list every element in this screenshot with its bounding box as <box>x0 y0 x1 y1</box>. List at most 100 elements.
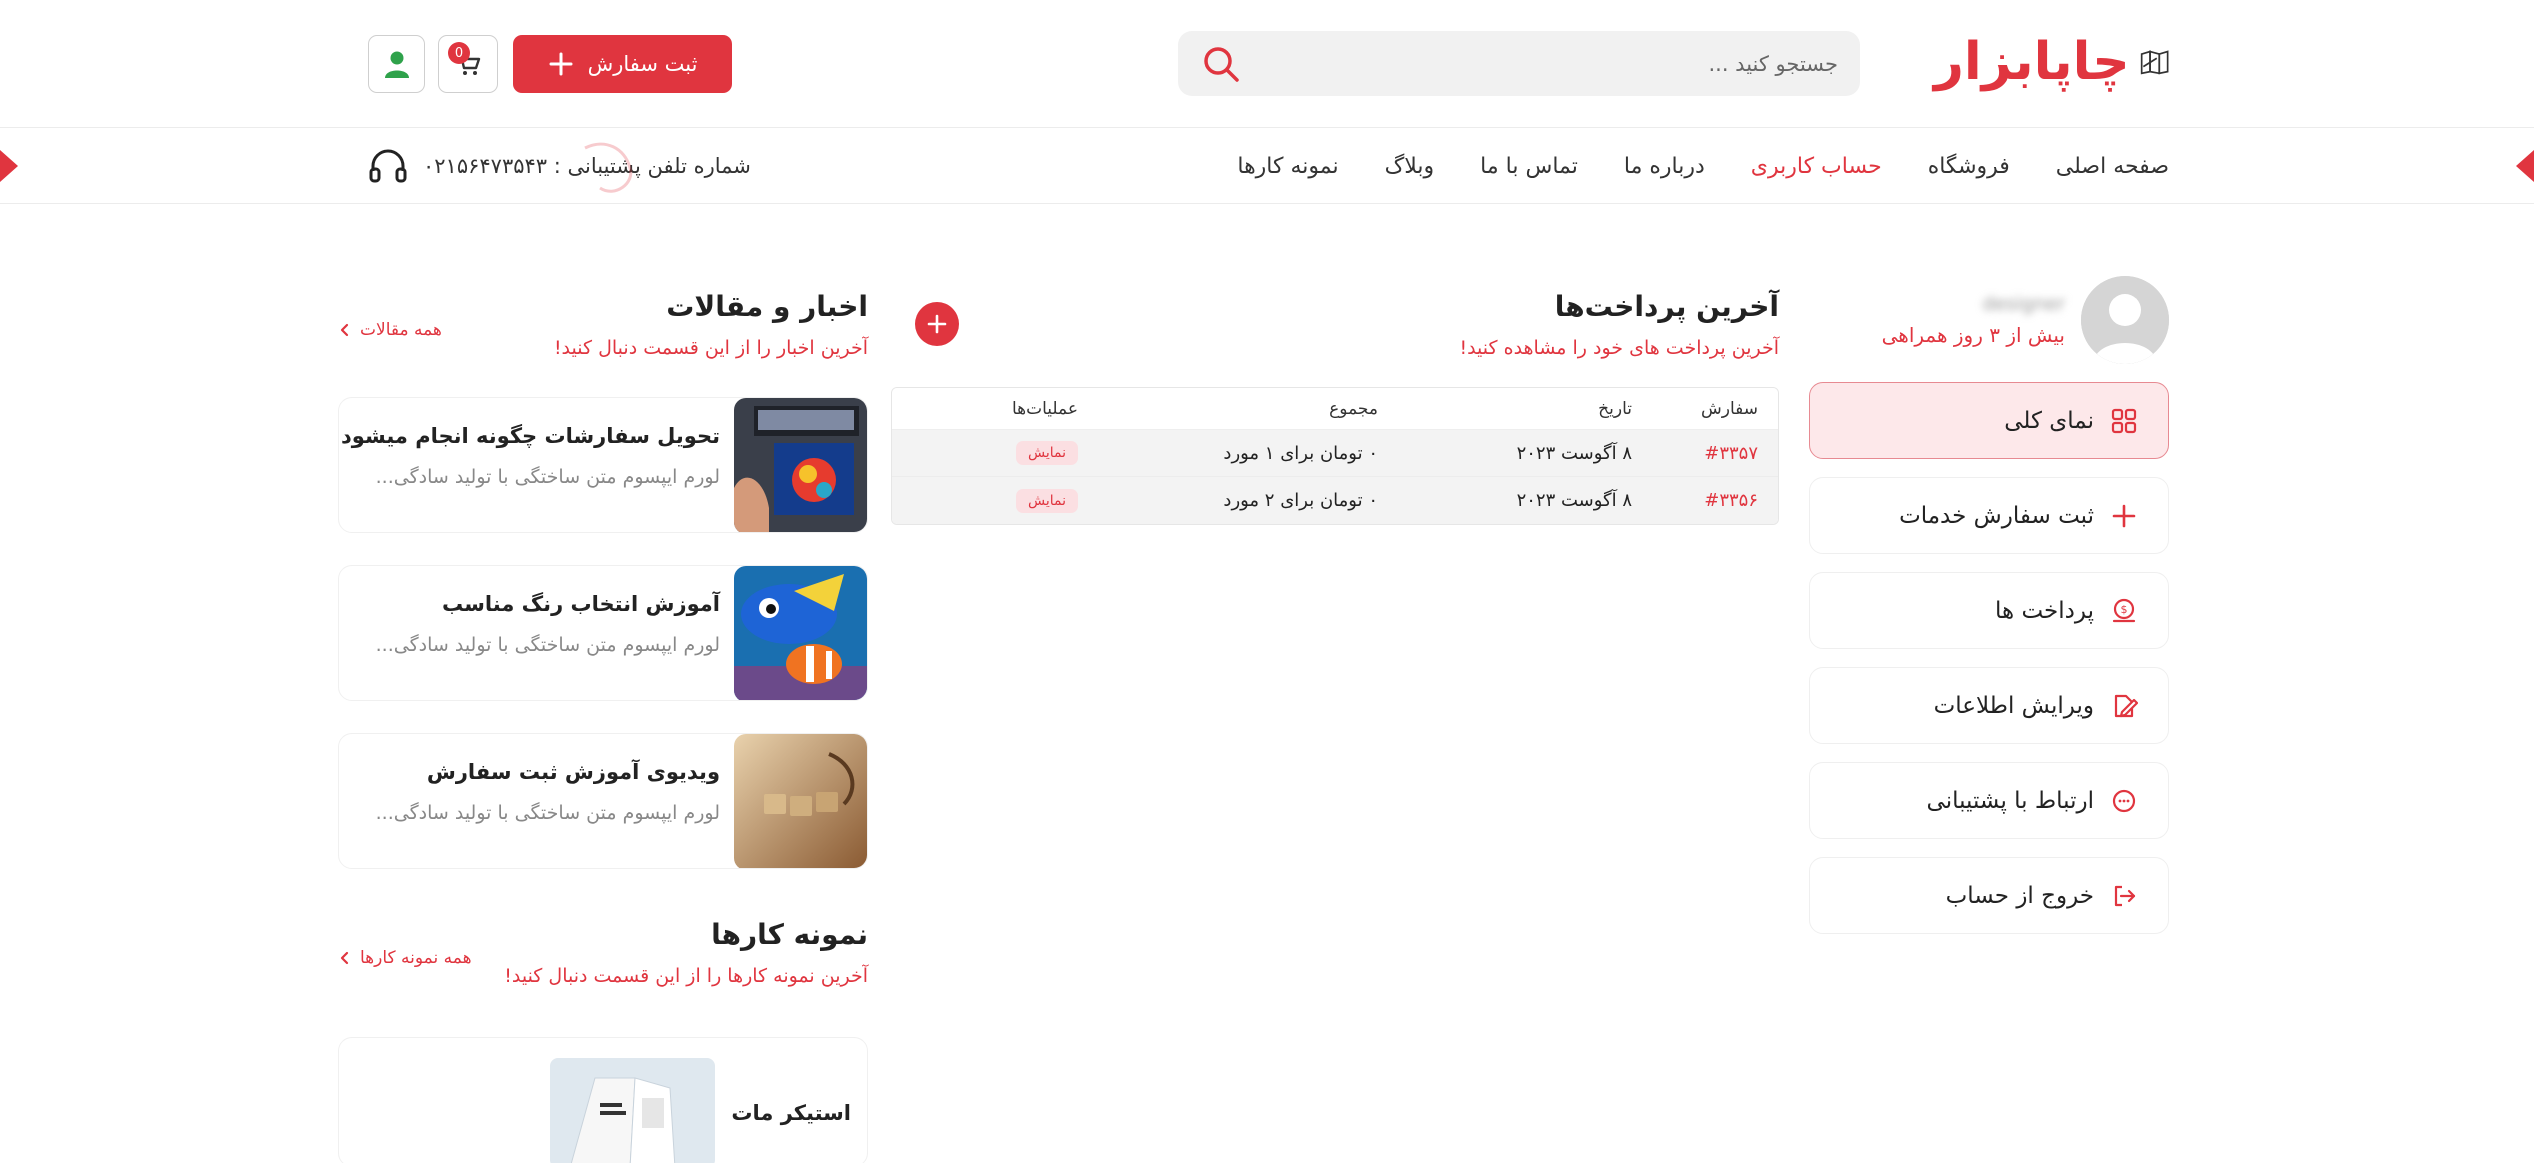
nav-menu: صفحه اصلی فروشگاه حساب کاربری درباره ما … <box>1237 128 2169 204</box>
user-account-button[interactable] <box>368 35 425 93</box>
user-icon <box>384 51 409 78</box>
view-button[interactable]: نمایش <box>1015 488 1078 513</box>
menu-item-label: ثبت سفارش خدمات <box>1899 502 2094 529</box>
article-title: آموزش انتخاب رنگ مناسب <box>442 592 720 616</box>
right-edge-arrow-icon[interactable] <box>2516 150 2534 182</box>
news-card[interactable]: آموزش انتخاب رنگ مناسب لورم ایپسوم متن س… <box>338 565 868 701</box>
menu-item-label: خروج از حساب <box>1945 882 2094 909</box>
account-menu: نمای کلی ثبت سفارش خدمات $ پرداخت ها ویر… <box>1809 382 2169 934</box>
menu-item-label: پرداخت ها <box>1995 597 2094 624</box>
news-title: اخبار و مقالات <box>666 290 868 323</box>
nav-item-shop[interactable]: فروشگاه <box>1928 154 2010 179</box>
view-button[interactable]: نمایش <box>1015 441 1078 465</box>
column-header: عملیات‌ها <box>1011 398 1078 419</box>
menu-item-label: نمای کلی <box>2004 407 2094 434</box>
portfolio-subtitle: آخرین نمونه کارها را از این قسمت دنبال ک… <box>504 965 868 987</box>
nav-item-home[interactable]: صفحه اصلی <box>2056 154 2169 179</box>
nav-item-account[interactable]: حساب کاربری <box>1751 154 1882 179</box>
news-card[interactable]: تحویل سفارشات چگونه انجام میشود لورم ایپ… <box>338 397 868 533</box>
menu-item-new-service-order[interactable]: ثبت سفارش خدمات <box>1809 477 2169 554</box>
portfolio-card[interactable]: استیکر مات <box>338 1037 868 1163</box>
nav-item-about[interactable]: درباره ما <box>1624 154 1705 179</box>
plus-icon <box>2112 504 2136 527</box>
grid-icon <box>2111 408 2137 433</box>
article-thumbnail <box>734 398 867 532</box>
order-id-link[interactable]: #۳۳۵۶ <box>1632 490 1758 511</box>
news-card[interactable]: ویدیوی آموزش ثبت سفارش لورم ایپسوم متن س… <box>338 733 868 869</box>
cart-count-badge: 0 <box>448 42 470 64</box>
cart-button[interactable]: 0 <box>438 35 498 93</box>
column-header: مجموع <box>1329 398 1378 419</box>
nav-item-contact[interactable]: تماس با ما <box>1480 154 1578 179</box>
all-articles-link[interactable]: همه مقالات <box>338 320 442 340</box>
order-total: ۰ تومان برای ۱ مورد <box>1223 442 1378 464</box>
all-portfolio-label: همه نمونه کارها <box>360 948 472 968</box>
nav-item-portfolio[interactable]: نمونه کارها <box>1237 154 1338 179</box>
article-excerpt: لورم ایپسوم متن ساختگی با تولید سادگی... <box>375 802 720 824</box>
support-phone: شماره تلفن پشتیبانی : ۰۲۱۵۶۴۷۳۵۴۳ <box>367 128 751 204</box>
portfolio-section: نمونه کارها آخرین نمونه کارها را از این … <box>338 918 868 1163</box>
article-excerpt: لورم ایپسوم متن ساختگی با تولید سادگی... <box>375 466 720 488</box>
logo-text: چاپابزار <box>1934 32 2131 92</box>
portfolio-thumbnail <box>550 1058 716 1163</box>
payments-table: سفارش تاریخ مجموع عملیات‌ها #۳۳۵۷ ۸ آگوس… <box>891 387 1779 525</box>
logo-icon <box>2140 50 2169 75</box>
all-articles-label: همه مقالات <box>360 320 442 340</box>
table-header: سفارش تاریخ مجموع عملیات‌ها <box>892 388 1778 430</box>
logout-icon <box>2114 885 2136 906</box>
chevron-left-icon <box>340 951 349 965</box>
payments-header: آخرین پرداخت‌ها آخرین پرداخت های خود را … <box>915 290 1779 359</box>
plus-icon <box>927 314 947 334</box>
table-row: #۳۳۵۷ ۸ آگوست ۲۰۲۳ ۰ تومان برای ۱ مورد ن… <box>892 430 1778 477</box>
menu-item-edit-profile[interactable]: ویرایش اطلاعات <box>1809 667 2169 744</box>
order-date: ۸ آگوست ۲۰۲۳ <box>1516 490 1632 511</box>
brand-logo[interactable]: چاپابزار <box>1934 30 2169 94</box>
faint-pointer-icon <box>584 142 633 193</box>
menu-item-payments[interactable]: $ پرداخت ها <box>1809 572 2169 649</box>
article-title: ویدیوی آموزش ثبت سفارش <box>426 760 720 784</box>
article-title: تحویل سفارشات چگونه انجام میشود <box>341 424 720 448</box>
portfolio-header: نمونه کارها آخرین نمونه کارها را از این … <box>338 918 868 987</box>
menu-item-overview[interactable]: نمای کلی <box>1809 382 2169 459</box>
svg-text:$: $ <box>2121 603 2128 616</box>
left-edge-arrow-icon[interactable] <box>0 150 18 182</box>
portfolio-item-title: استیکر مات <box>731 1101 851 1125</box>
plus-icon <box>549 52 573 76</box>
header: چاپابزار ثبت سفارش 0 <box>0 0 2534 128</box>
profile-name: designer <box>1982 293 2065 315</box>
headset-icon <box>369 149 407 183</box>
add-payment-button[interactable] <box>915 302 959 346</box>
menu-item-support[interactable]: ارتباط با پشتیبانی <box>1809 762 2169 839</box>
all-portfolio-link[interactable]: همه نمونه کارها <box>338 948 472 968</box>
latest-payments: آخرین پرداخت‌ها آخرین پرداخت های خود را … <box>891 290 1779 525</box>
news-subtitle: آخرین اخبار را از این قسمت دنبال کنید! <box>553 337 868 359</box>
menu-item-label: ارتباط با پشتیبانی <box>1926 787 2094 814</box>
new-order-button[interactable]: ثبت سفارش <box>513 35 732 93</box>
coin-icon: $ <box>2112 598 2136 622</box>
order-id-link[interactable]: #۳۳۵۷ <box>1632 443 1758 464</box>
payments-subtitle: آخرین پرداخت های خود را مشاهده کنید! <box>1459 337 1779 359</box>
column-header: تاریخ <box>1598 398 1632 419</box>
profile-info: designer بیش از ۳ روز همراهی <box>1882 293 2065 347</box>
news-articles: اخبار و مقالات آخرین اخبار را از این قسم… <box>338 290 868 869</box>
chevron-left-icon <box>340 323 349 337</box>
news-list: تحویل سفارشات چگونه انجام میشود لورم ایپ… <box>338 397 868 869</box>
membership-duration: بیش از ۳ روز همراهی <box>1881 323 2065 347</box>
menu-item-label: ویرایش اطلاعات <box>1933 692 2094 719</box>
column-header: سفارش <box>1701 398 1758 419</box>
search-input[interactable] <box>1250 51 1838 76</box>
edit-icon <box>2114 694 2138 717</box>
search-bar <box>1178 31 1860 96</box>
new-order-label: ثبت سفارش <box>587 52 698 76</box>
nav-item-blog[interactable]: وبلاگ <box>1385 154 1435 179</box>
payments-title: آخرین پرداخت‌ها <box>1554 290 1779 323</box>
search-icon[interactable] <box>1200 43 1242 85</box>
portfolio-title: نمونه کارها <box>711 918 868 951</box>
order-date: ۸ آگوست ۲۰۲۳ <box>1516 442 1632 464</box>
article-thumbnail <box>734 566 867 700</box>
order-total: ۰ تومان برای ۲ مورد <box>1223 490 1378 511</box>
menu-item-logout[interactable]: خروج از حساب <box>1809 857 2169 934</box>
avatar[interactable] <box>2081 276 2169 364</box>
chat-icon <box>2112 789 2136 812</box>
table-row: #۳۳۵۶ ۸ آگوست ۲۰۲۳ ۰ تومان برای ۲ مورد ن… <box>892 477 1778 524</box>
